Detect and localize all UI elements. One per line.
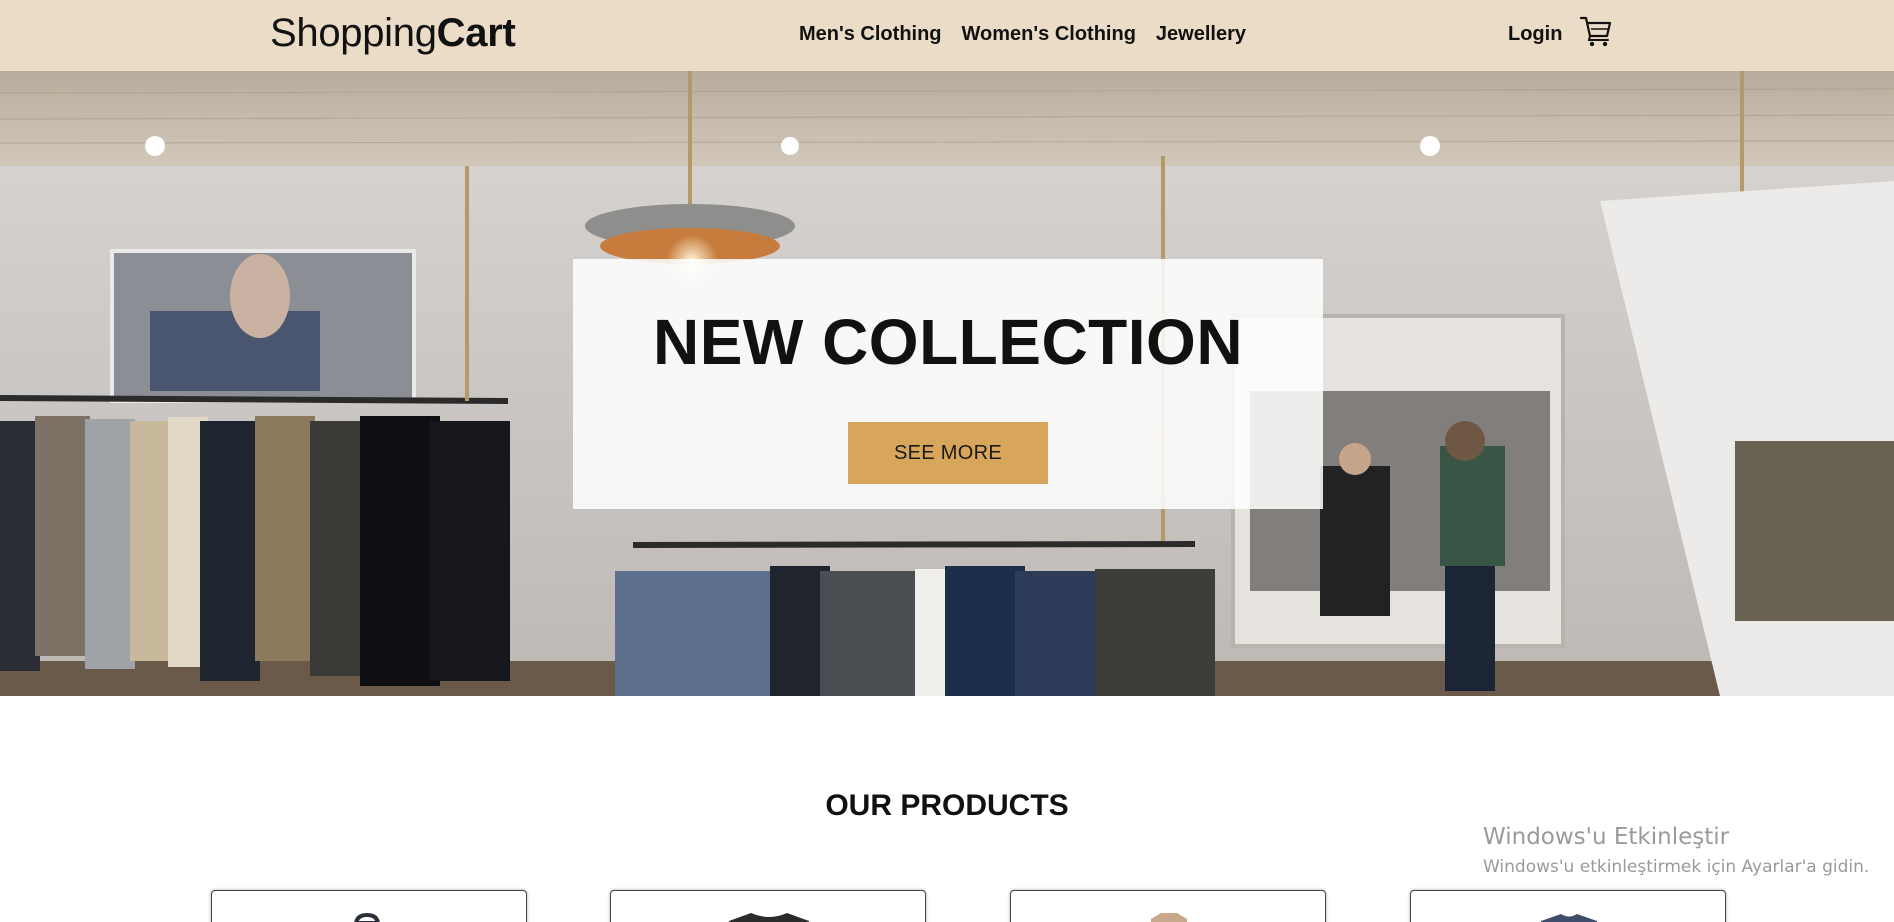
nav-womens-clothing[interactable]: Women's Clothing — [962, 22, 1136, 46]
shopping-cart-icon[interactable] — [1579, 14, 1613, 48]
see-more-button[interactable]: SEE MORE — [848, 422, 1048, 484]
site-header: ShoppingCart Men's Clothing Women's Clot… — [0, 0, 1894, 71]
logo-text-light: Shopping — [270, 11, 437, 55]
blue-tshirt-image — [1541, 914, 1597, 922]
hero-title: NEW COLLECTION — [652, 306, 1244, 378]
product-card[interactable] — [1410, 890, 1726, 922]
nav-jewellery[interactable]: Jewellery — [1156, 22, 1246, 46]
product-card[interactable] — [610, 890, 926, 922]
site-logo[interactable]: ShoppingCart — [270, 10, 516, 56]
hero-banner: NEW COLLECTION SEE MORE — [0, 71, 1894, 696]
dark-tshirt-image — [729, 913, 809, 922]
main-nav: Men's Clothing Women's Clothing Jeweller… — [799, 22, 1246, 46]
windows-activation-watermark: Windows'u Etkinleştir Windows'u etkinleş… — [1483, 822, 1869, 879]
backpack-image — [354, 912, 380, 922]
hero-overlay-box: NEW COLLECTION SEE MORE — [573, 259, 1323, 509]
nav-mens-clothing[interactable]: Men's Clothing — [799, 22, 942, 46]
login-link[interactable]: Login — [1508, 22, 1562, 46]
logo-text-bold: Cart — [436, 11, 516, 55]
watermark-title: Windows'u Etkinleştir — [1483, 824, 1730, 850]
jacket-image — [1151, 913, 1187, 922]
product-card[interactable] — [1010, 890, 1326, 922]
watermark-subtitle: Windows'u etkinleştirmek için Ayarlar'a … — [1483, 857, 1870, 877]
product-card[interactable] — [211, 890, 527, 922]
products-section-title: OUR PRODUCTS — [825, 789, 1069, 822]
